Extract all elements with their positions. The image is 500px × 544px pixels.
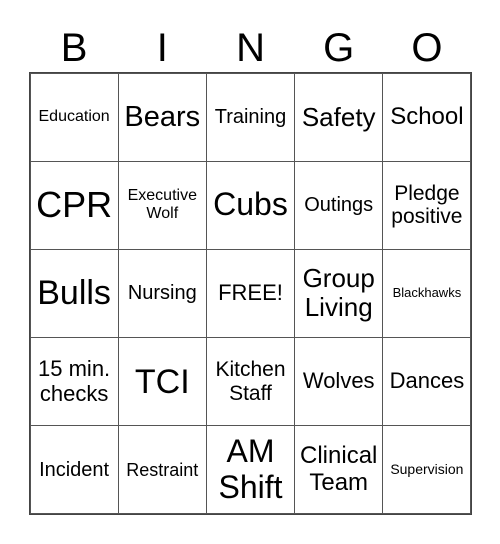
bingo-cell: School: [382, 72, 472, 162]
header-letter-i: I: [156, 26, 168, 70]
bingo-cell: Restraint: [117, 425, 207, 515]
bingo-grid: Education Bears Training Safety School C…: [29, 72, 472, 515]
bingo-cell: Clinical Team: [294, 425, 384, 515]
bingo-cell: Supervision: [382, 425, 472, 515]
bingo-cell: Wolves: [294, 337, 384, 427]
bingo-cell: Dances: [382, 337, 472, 427]
header-letter-b: B: [60, 26, 88, 70]
bingo-cell: Bulls: [29, 248, 119, 339]
header-letter-o: O: [411, 26, 443, 70]
bingo-cell: CPR: [29, 160, 119, 250]
header-letter-g: G: [323, 26, 355, 70]
bingo-cell: Nursing: [117, 248, 207, 339]
bingo-cell: Blackhawks: [382, 248, 472, 339]
bingo-cell: Bears: [117, 72, 207, 162]
bingo-cell: Executive Wolf: [117, 160, 207, 250]
bingo-cell: TCI: [117, 337, 207, 427]
bingo-cell: Safety: [294, 72, 384, 162]
bingo-cell: Pledge positive: [382, 160, 472, 250]
bingo-cell: Incident: [29, 425, 119, 515]
bingo-cell: Education: [29, 72, 119, 162]
bingo-cell: Outings: [294, 160, 384, 250]
bingo-header: B I N G O: [30, 22, 471, 74]
bingo-cell: Kitchen Staff: [205, 337, 296, 427]
bingo-cell: 15 min. checks: [29, 337, 119, 427]
bingo-cell: Cubs: [205, 160, 296, 250]
bingo-cell: AM Shift: [205, 425, 296, 515]
bingo-cell: Group Living: [294, 248, 384, 339]
free-space-cell: FREE!: [205, 248, 296, 339]
header-letter-n: N: [236, 26, 265, 70]
bingo-cell: Training: [205, 72, 296, 162]
